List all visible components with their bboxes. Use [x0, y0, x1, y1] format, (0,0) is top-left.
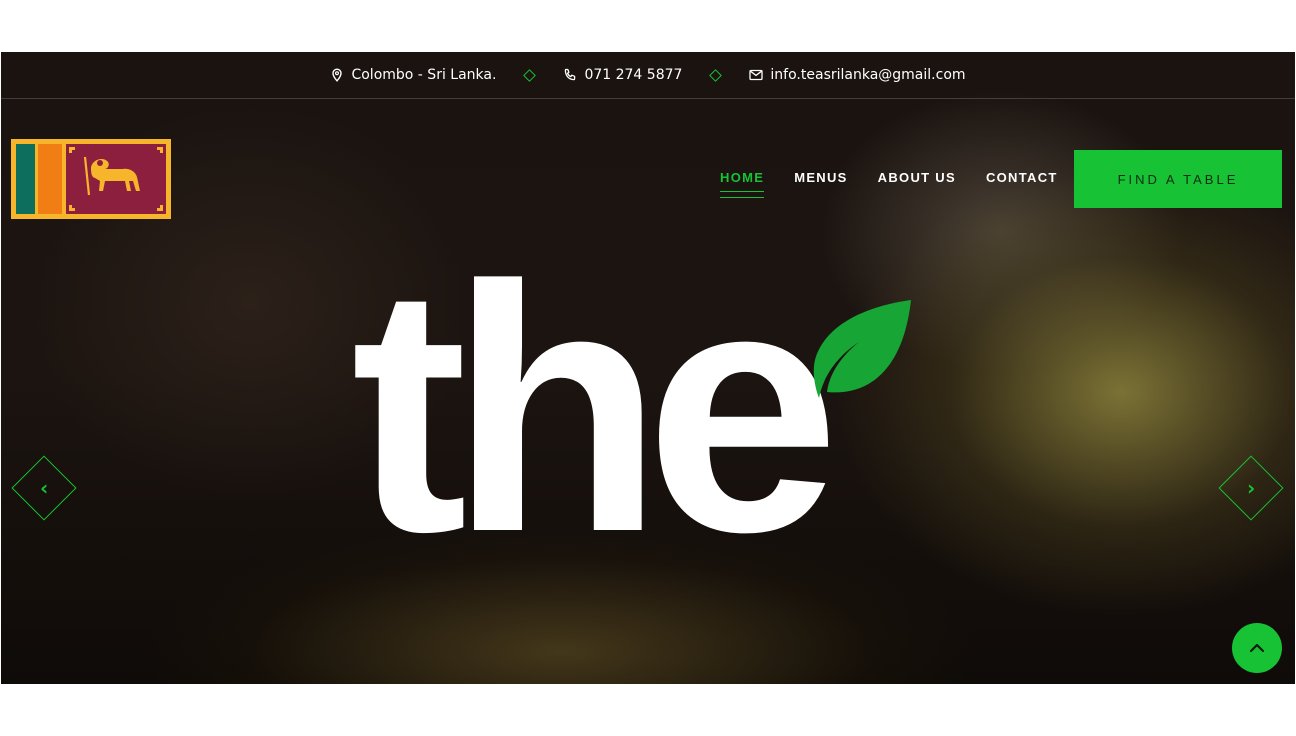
location-text: Colombo - Sri Lanka. [351, 67, 497, 83]
main-navigation: HOME MENUS ABOUT US CONTACT [720, 170, 1058, 198]
chevron-right-icon: › [1246, 476, 1256, 500]
sri-lanka-flag-logo[interactable] [11, 139, 171, 219]
hero-headline: the [351, 214, 840, 605]
scroll-to-top-button[interactable] [1232, 623, 1282, 673]
leaf-icon [813, 300, 911, 398]
location-info: Colombo - Sri Lanka. [330, 67, 496, 83]
nav-menus[interactable]: MENUS [794, 170, 847, 185]
email-text: info.teasrilanka@gmail.com [770, 67, 966, 83]
divider-diamond [523, 68, 537, 82]
chevron-left-icon: ‹ [39, 476, 49, 500]
nav-contact[interactable]: CONTACT [986, 170, 1058, 185]
map-pin-icon [332, 68, 343, 82]
phone-info[interactable]: 071 274 5877 [563, 67, 682, 83]
top-info-bar: Colombo - Sri Lanka. 071 274 5877 info.t… [1, 52, 1295, 99]
nav-about-us[interactable]: ABOUT US [878, 170, 956, 185]
chevron-up-icon [1249, 643, 1265, 653]
phone-text: 071 274 5877 [584, 67, 683, 83]
nav-home[interactable]: HOME [720, 170, 765, 198]
find-a-table-button[interactable]: FIND A TABLE [1074, 150, 1282, 208]
website-frame: Colombo - Sri Lanka. 071 274 5877 info.t… [1, 52, 1295, 684]
email-info[interactable]: info.teasrilanka@gmail.com [749, 67, 966, 83]
mail-icon [749, 69, 764, 81]
divider-diamond [709, 68, 723, 82]
phone-icon [565, 68, 576, 81]
